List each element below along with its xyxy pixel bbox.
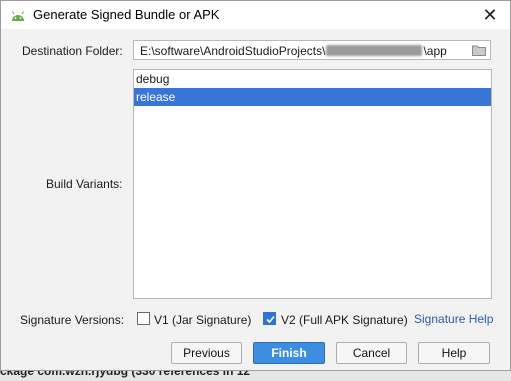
redacted-project-name [326,45,423,56]
help-button[interactable]: Help [418,342,490,364]
dialog-title: Generate Signed Bundle or APK [33,7,220,22]
finish-button[interactable]: Finish [253,342,325,364]
variant-release[interactable]: release [134,88,491,106]
checkmark-icon [266,315,275,324]
android-icon [12,11,24,21]
build-variants-label: Build Variants: [46,177,123,191]
cancel-button[interactable]: Cancel [336,342,407,364]
generate-signed-dialog: Generate Signed Bundle or APK ✕ Destinat… [0,0,511,371]
signature-versions-label: Signature Versions: [20,313,125,327]
v2-checkbox[interactable] [263,312,276,325]
build-variants-list[interactable]: debug release [133,69,492,299]
destination-folder-label: Destination Folder: [22,44,123,58]
destination-folder-field[interactable]: E:\software\AndroidStudioProjects\ \app [133,40,491,60]
previous-button[interactable]: Previous [171,342,242,364]
folder-icon[interactable] [472,44,486,56]
v1-label[interactable]: V1 (Jar Signature) [154,313,251,327]
v1-checkbox[interactable] [137,312,150,325]
variant-debug[interactable]: debug [134,70,491,88]
v2-label[interactable]: V2 (Full APK Signature) [281,313,408,327]
dialog-titlebar: Generate Signed Bundle or APK ✕ [1,1,510,29]
close-button[interactable]: ✕ [477,3,503,27]
destination-path: E:\software\AndroidStudioProjects\ \app [140,44,447,58]
signature-help-link[interactable]: Signature Help [414,312,493,326]
